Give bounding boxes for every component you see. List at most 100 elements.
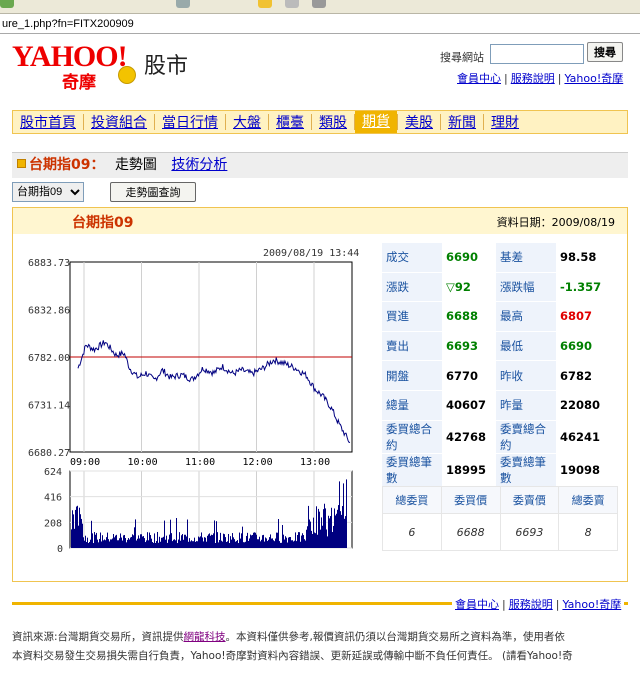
volume-bar: [87, 537, 88, 548]
volume-bar: [338, 505, 339, 548]
x-tick-label: 09:00: [70, 457, 100, 468]
volume-bar: [202, 537, 203, 548]
volume-bar: [154, 533, 155, 548]
footer-help-link[interactable]: 服務說明: [509, 598, 553, 611]
volume-bar: [315, 533, 316, 548]
volume-bar: [85, 535, 86, 548]
volume-bar: [93, 543, 94, 548]
stats-row: 漲跌 ▽92 漲跌幅 -1.357: [382, 272, 610, 303]
volume-bar: [227, 541, 228, 548]
volume-bar: [135, 519, 136, 548]
volume-bar: [75, 509, 76, 548]
book-header: 總委買: [382, 486, 442, 514]
x-tick-label: 11:00: [185, 457, 215, 468]
volume-bar: [166, 535, 167, 548]
volume-bar: [321, 517, 322, 548]
volume-bar: [134, 527, 135, 548]
volume-bar: [327, 536, 328, 548]
volume-bar: [92, 533, 93, 548]
volume-bar: [229, 543, 230, 548]
volume-bar: [260, 541, 261, 548]
disclaimer-text: 資訊來源:台灣期貨交易所，資訊提供: [12, 631, 184, 643]
volume-bar: [236, 541, 237, 548]
volume-bar: [198, 536, 199, 548]
stat-label: 最高: [496, 301, 556, 332]
volume-bar: [97, 539, 98, 548]
volume-bar: [196, 541, 197, 548]
volume-bar: [142, 536, 143, 548]
volume-bar: [255, 532, 256, 548]
volume-bar: [215, 543, 216, 548]
stat-value: 6690: [442, 243, 496, 273]
volume-bar: [169, 534, 170, 548]
volume-bar: [95, 534, 96, 548]
provider-link[interactable]: 網龍科技: [184, 631, 226, 643]
volume-bar: [207, 535, 208, 548]
volume-bar: [188, 541, 189, 548]
footer-yahoo-link[interactable]: Yahoo!奇摩: [562, 598, 621, 611]
stats-row: 開盤 6770 昨收 6782: [382, 360, 610, 391]
stats-row: 買進 6688 最高 6807: [382, 301, 610, 332]
volume-bar: [223, 533, 224, 548]
volume-bar: [235, 541, 236, 548]
stat-value: 40607: [442, 390, 496, 421]
volume-bar: [88, 543, 89, 548]
volume-bar: [91, 520, 92, 548]
volume-bar: [177, 543, 178, 548]
volume-bar: [294, 540, 295, 548]
volume-bar: [250, 534, 251, 548]
volume-bar: [106, 537, 107, 548]
chart-timestamp: 2009/08/19 13:44: [263, 248, 359, 259]
volume-bar: [322, 525, 323, 548]
volume-bar: [197, 541, 198, 548]
disclaimer-line-1: 資訊來源:台灣期貨交易所，資訊提供網龍科技。本資料僅供參考,報價資訊仍須以台灣期…: [12, 628, 628, 647]
stat-label: 昨收: [496, 360, 556, 391]
footer-member-link[interactable]: 會員中心: [455, 598, 499, 611]
volume-bar: [256, 534, 257, 548]
volume-bar: [180, 540, 181, 548]
volume-bar: [265, 537, 266, 548]
volume-bar: [104, 539, 105, 548]
volume-bar: [162, 537, 163, 548]
stats-row: 委買總筆數 18995 委賣總筆數 19098: [382, 453, 610, 487]
volume-bar: [176, 518, 177, 548]
disclaimer-text: 。本資料僅供參考,報價資訊仍須以台灣期貨交易所之資料為準，使用者依: [225, 631, 565, 643]
volume-bar: [89, 541, 90, 548]
volume-bar: [141, 534, 142, 548]
volume-bar: [192, 541, 193, 548]
volume-bar: [117, 540, 118, 548]
volume-bar: [329, 518, 330, 548]
volume-bar: [267, 541, 268, 548]
volume-bar: [278, 519, 279, 548]
volume-bar: [118, 540, 119, 548]
volume-bar: [251, 535, 252, 548]
volume-bar: [226, 542, 227, 548]
volume-bar: [276, 532, 277, 548]
stat-label: 最低: [496, 331, 556, 362]
stat-label: 委賣總筆數: [496, 453, 556, 487]
volume-bar: [232, 533, 233, 548]
volume-bar: [320, 529, 321, 548]
volume-bar: [119, 538, 120, 548]
volume-bar: [148, 540, 149, 548]
volume-bar: [151, 538, 152, 548]
volume-bar: [233, 537, 234, 548]
volume-bar: [71, 529, 72, 548]
volume-bar: [152, 542, 153, 548]
volume-bar: [183, 539, 184, 548]
volume-bar: [231, 539, 232, 548]
volume-bar: [220, 532, 221, 548]
volume-bar: [99, 538, 100, 548]
volume-bar: [181, 535, 182, 548]
volume-bar: [243, 542, 244, 548]
volume-bar: [109, 541, 110, 548]
book-value: 6688: [440, 513, 501, 551]
volume-bar: [179, 532, 180, 548]
volume-bar: [81, 518, 82, 548]
volume-bar: [103, 540, 104, 548]
volume-bar: [136, 540, 137, 548]
stat-value: 46241: [556, 420, 610, 454]
volume-bar: [295, 532, 296, 548]
volume-bar: [319, 511, 320, 548]
volume-bar: [343, 483, 344, 548]
